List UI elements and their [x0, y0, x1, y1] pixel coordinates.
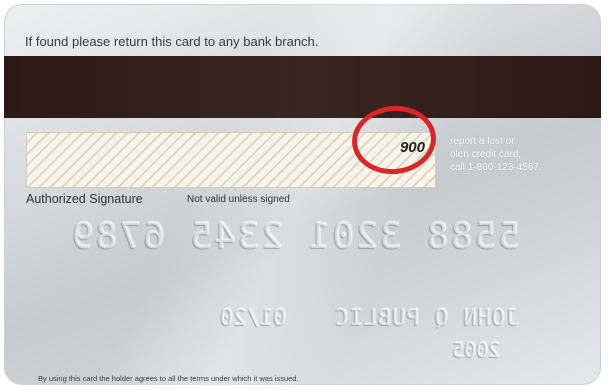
magnetic-stripe [4, 56, 601, 118]
embossed-card-number: 5588 3201 2345 6789 [70, 216, 520, 257]
lost-card-line: olen credit card, [450, 149, 522, 160]
card-back: If found please return this card to any … [4, 4, 601, 385]
embossed-holder-name: JOHN Q PUBLIC [334, 306, 520, 331]
terms-notice: By using this card the holder agrees to … [38, 374, 299, 383]
lost-card-notice: report a lost or olen credit card, call … [450, 135, 580, 174]
lost-card-line: call 1-800-123-4567. [450, 162, 542, 173]
not-valid-label: Not valid unless signed [187, 194, 290, 205]
embossed-expiry: 01/20 [220, 306, 287, 331]
lost-card-line: report a lost or [450, 136, 515, 147]
return-notice: If found please return this card to any … [25, 34, 319, 49]
authorized-signature-label: Authorized Signature [26, 192, 143, 206]
embossed-since-year: 2005 [452, 338, 501, 362]
